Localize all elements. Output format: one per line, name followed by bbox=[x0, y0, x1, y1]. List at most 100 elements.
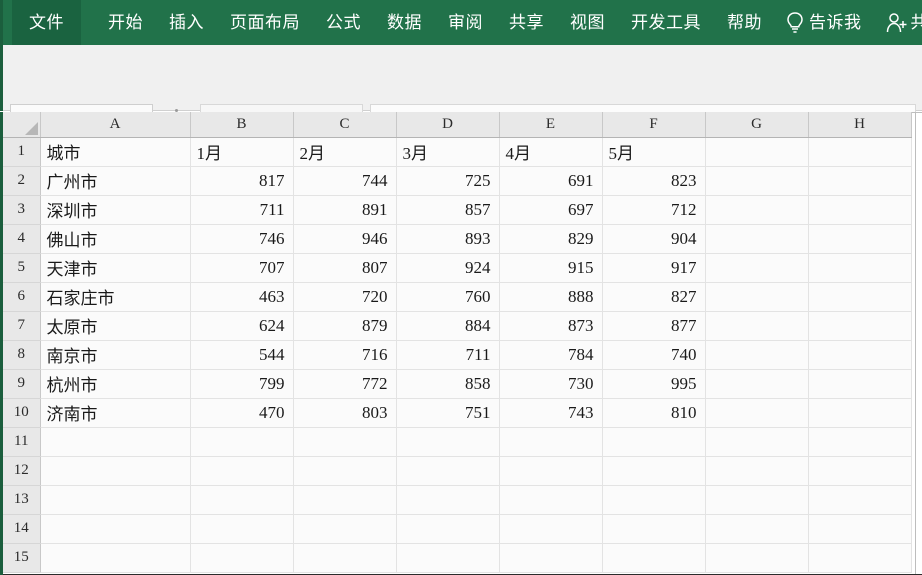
cell-a12[interactable] bbox=[40, 456, 191, 486]
cell-a8[interactable]: 南京市 bbox=[40, 340, 191, 370]
cell-g13[interactable] bbox=[705, 485, 809, 515]
cell-h1[interactable] bbox=[808, 137, 912, 167]
tab-developer[interactable]: 开发工具 bbox=[618, 0, 714, 45]
cell-d10[interactable]: 751 bbox=[396, 398, 500, 428]
cell-c14[interactable] bbox=[293, 514, 397, 544]
tab-review[interactable]: 审阅 bbox=[435, 0, 496, 45]
cell-f8[interactable]: 740 bbox=[602, 340, 706, 370]
cell-f10[interactable]: 810 bbox=[602, 398, 706, 428]
cell-b13[interactable] bbox=[190, 485, 294, 515]
tab-data[interactable]: 数据 bbox=[374, 0, 435, 45]
row-header[interactable]: 7 bbox=[3, 311, 41, 341]
cell-b1[interactable]: 1月 bbox=[190, 137, 294, 167]
cell-a15[interactable] bbox=[40, 543, 191, 573]
row-header[interactable]: 3 bbox=[3, 195, 41, 225]
cell-a3[interactable]: 深圳市 bbox=[40, 195, 191, 225]
cell-f15[interactable] bbox=[602, 543, 706, 573]
cell-h15[interactable] bbox=[808, 543, 912, 573]
cell-d2[interactable]: 725 bbox=[396, 166, 500, 196]
cell-f1[interactable]: 5月 bbox=[602, 137, 706, 167]
cell-e8[interactable]: 784 bbox=[499, 340, 603, 370]
cell-a10[interactable]: 济南市 bbox=[40, 398, 191, 428]
cell-a5[interactable]: 天津市 bbox=[40, 253, 191, 283]
cell-d3[interactable]: 857 bbox=[396, 195, 500, 225]
cell-c1[interactable]: 2月 bbox=[293, 137, 397, 167]
cell-e11[interactable] bbox=[499, 427, 603, 457]
cell-g12[interactable] bbox=[705, 456, 809, 486]
cell-h10[interactable] bbox=[808, 398, 912, 428]
cell-h11[interactable] bbox=[808, 427, 912, 457]
cell-e7[interactable]: 873 bbox=[499, 311, 603, 341]
cell-d15[interactable] bbox=[396, 543, 500, 573]
cell-c5[interactable]: 807 bbox=[293, 253, 397, 283]
cell-g2[interactable] bbox=[705, 166, 809, 196]
row-header[interactable]: 14 bbox=[3, 514, 41, 544]
tab-file[interactable]: 文件 bbox=[12, 0, 81, 45]
row-header[interactable]: 12 bbox=[3, 456, 41, 486]
cell-d8[interactable]: 711 bbox=[396, 340, 500, 370]
cell-h4[interactable] bbox=[808, 224, 912, 254]
row-header[interactable]: 2 bbox=[3, 166, 41, 196]
cell-e5[interactable]: 915 bbox=[499, 253, 603, 283]
cell-b14[interactable] bbox=[190, 514, 294, 544]
cell-c6[interactable]: 720 bbox=[293, 282, 397, 312]
cell-e2[interactable]: 691 bbox=[499, 166, 603, 196]
cell-d7[interactable]: 884 bbox=[396, 311, 500, 341]
cell-b4[interactable]: 746 bbox=[190, 224, 294, 254]
cell-h13[interactable] bbox=[808, 485, 912, 515]
cell-a2[interactable]: 广州市 bbox=[40, 166, 191, 196]
cell-c7[interactable]: 879 bbox=[293, 311, 397, 341]
cell-b6[interactable]: 463 bbox=[190, 282, 294, 312]
cell-e9[interactable]: 730 bbox=[499, 369, 603, 399]
cell-a6[interactable]: 石家庄市 bbox=[40, 282, 191, 312]
cell-g8[interactable] bbox=[705, 340, 809, 370]
cell-f6[interactable]: 827 bbox=[602, 282, 706, 312]
cell-c2[interactable]: 744 bbox=[293, 166, 397, 196]
cell-g5[interactable] bbox=[705, 253, 809, 283]
cell-f3[interactable]: 712 bbox=[602, 195, 706, 225]
cell-b8[interactable]: 544 bbox=[190, 340, 294, 370]
cell-b12[interactable] bbox=[190, 456, 294, 486]
cell-h5[interactable] bbox=[808, 253, 912, 283]
cell-d6[interactable]: 760 bbox=[396, 282, 500, 312]
tab-page-layout[interactable]: 页面布局 bbox=[217, 0, 313, 45]
cell-c11[interactable] bbox=[293, 427, 397, 457]
column-header-c[interactable]: C bbox=[293, 112, 397, 138]
cell-f14[interactable] bbox=[602, 514, 706, 544]
cell-g3[interactable] bbox=[705, 195, 809, 225]
cell-h2[interactable] bbox=[808, 166, 912, 196]
cell-d4[interactable]: 893 bbox=[396, 224, 500, 254]
cell-a9[interactable]: 杭州市 bbox=[40, 369, 191, 399]
cell-g6[interactable] bbox=[705, 282, 809, 312]
cell-b3[interactable]: 711 bbox=[190, 195, 294, 225]
tab-view[interactable]: 视图 bbox=[557, 0, 618, 45]
cell-h12[interactable] bbox=[808, 456, 912, 486]
cell-a1[interactable]: 城市 bbox=[40, 137, 191, 167]
row-header[interactable]: 6 bbox=[3, 282, 41, 312]
cell-f4[interactable]: 904 bbox=[602, 224, 706, 254]
cell-f9[interactable]: 995 bbox=[602, 369, 706, 399]
select-all-corner[interactable] bbox=[3, 112, 41, 138]
cell-c13[interactable] bbox=[293, 485, 397, 515]
cell-b5[interactable]: 707 bbox=[190, 253, 294, 283]
column-header-e[interactable]: E bbox=[499, 112, 603, 138]
person-add-icon[interactable] bbox=[885, 0, 909, 45]
cell-c3[interactable]: 891 bbox=[293, 195, 397, 225]
tab-insert[interactable]: 插入 bbox=[156, 0, 217, 45]
cell-e4[interactable]: 829 bbox=[499, 224, 603, 254]
cell-f13[interactable] bbox=[602, 485, 706, 515]
cell-c9[interactable]: 772 bbox=[293, 369, 397, 399]
cell-g10[interactable] bbox=[705, 398, 809, 428]
column-header-d[interactable]: D bbox=[396, 112, 500, 138]
row-header[interactable]: 8 bbox=[3, 340, 41, 370]
row-header[interactable]: 10 bbox=[3, 398, 41, 428]
cell-g4[interactable] bbox=[705, 224, 809, 254]
tell-me-label[interactable]: 告诉我 bbox=[805, 0, 875, 45]
cell-f11[interactable] bbox=[602, 427, 706, 457]
cell-g15[interactable] bbox=[705, 543, 809, 573]
cell-g7[interactable] bbox=[705, 311, 809, 341]
row-header[interactable]: 11 bbox=[3, 427, 41, 457]
cell-a4[interactable]: 佛山市 bbox=[40, 224, 191, 254]
cell-e10[interactable]: 743 bbox=[499, 398, 603, 428]
column-header-h[interactable]: H bbox=[808, 112, 912, 138]
